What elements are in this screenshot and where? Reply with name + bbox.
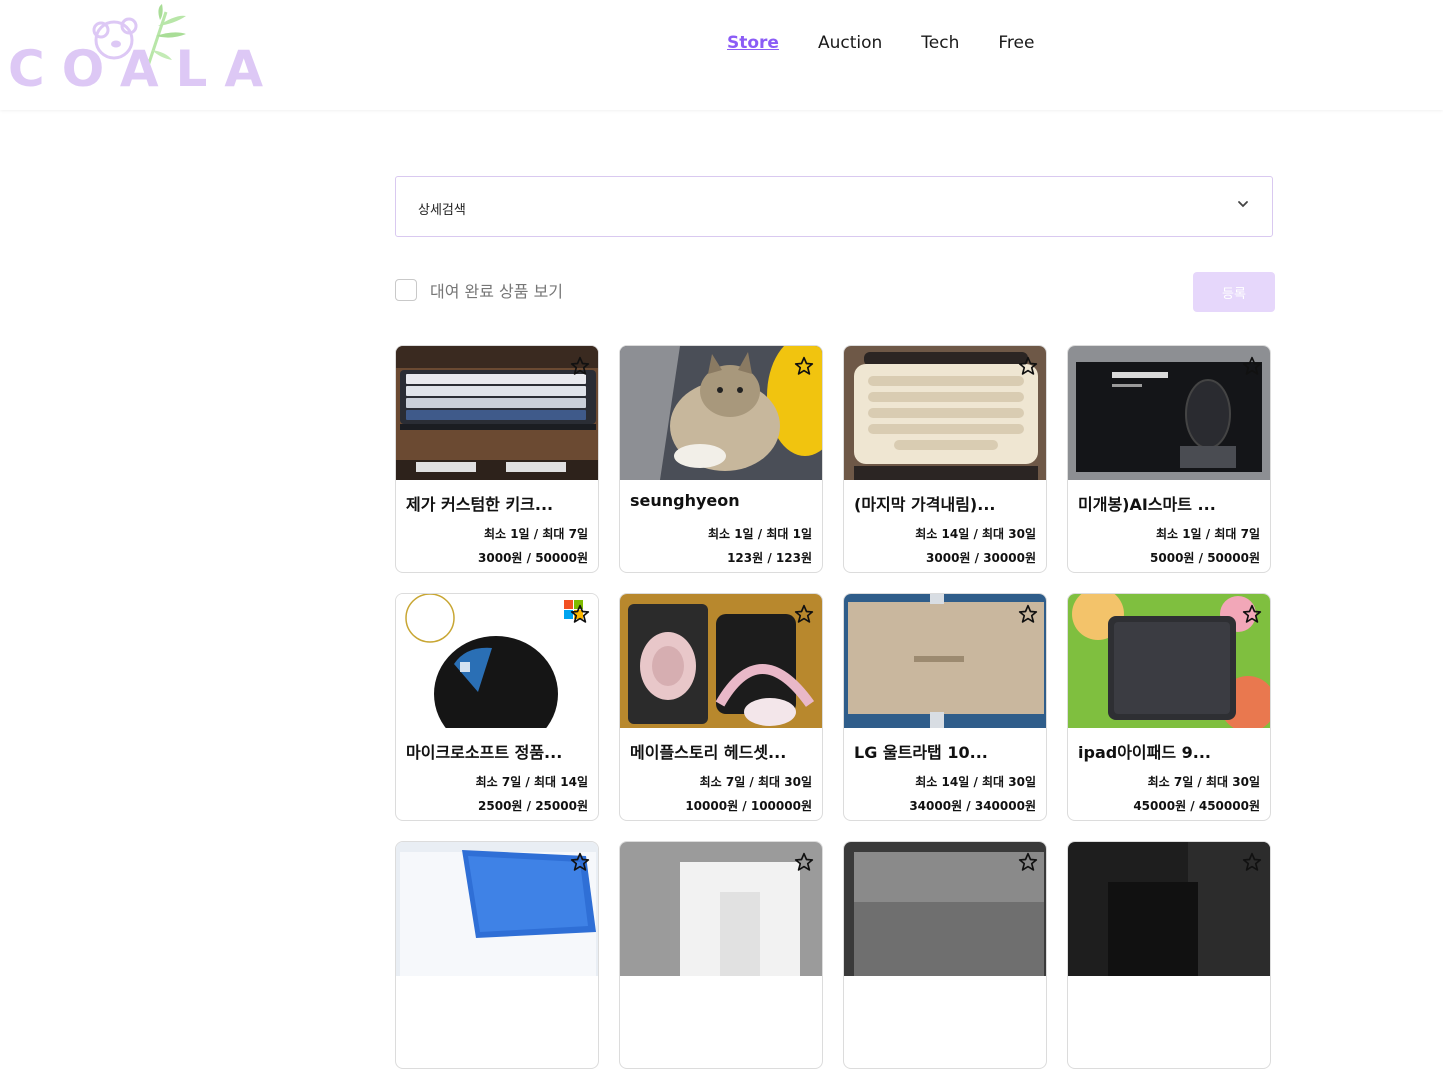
show-completed-label[interactable]: 대여 완료 상품 보기 <box>430 278 563 302</box>
favorite-star-icon[interactable] <box>794 852 814 872</box>
dark-item-photo <box>1068 842 1270 976</box>
iflytek-mouse-box-photo <box>1068 346 1270 480</box>
product-card[interactable]: ipad아이패드 9... 최소 7일 / 최대 30일 45000원 / 45… <box>1067 593 1271 821</box>
rental-price: 10000원 / 100000원 <box>685 799 812 813</box>
product-card[interactable]: 마이크로소프트 정품... 최소 7일 / 최대 14일 2500원 / 250… <box>395 593 599 821</box>
favorite-star-icon[interactable] <box>570 852 590 872</box>
rental-period: 최소 14일 / 최대 30일 <box>915 775 1036 789</box>
favorite-star-icon[interactable] <box>1242 604 1262 624</box>
detail-search-label: 상세검색 <box>418 203 466 218</box>
microsoft-mouse-photo <box>396 594 598 728</box>
rental-price: 45000원 / 450000원 <box>1133 799 1260 813</box>
product-title: 마이크로소프트 정품... <box>406 743 563 762</box>
product-card[interactable]: seunghyeon 최소 1일 / 최대 1일 123원 / 123원 <box>619 345 823 573</box>
rental-price: 2500원 / 25000원 <box>478 799 588 813</box>
rental-period: 최소 7일 / 최대 14일 <box>475 775 588 789</box>
rental-price: 34000원 / 340000원 <box>909 799 1036 813</box>
headset-photo <box>620 594 822 728</box>
product-title: 미개봉)AI스마트 ... <box>1078 495 1216 514</box>
favorite-star-icon[interactable] <box>570 356 590 376</box>
rental-period: 최소 7일 / 최대 30일 <box>1147 775 1260 789</box>
nav-store[interactable]: Store <box>727 33 779 53</box>
product-title: ipad아이패드 9... <box>1078 743 1212 762</box>
product-card[interactable] <box>843 841 1047 1069</box>
detail-search-dropdown[interactable]: 상세검색 <box>395 176 1273 237</box>
product-card[interactable]: 메이플스토리 헤드셋... 최소 7일 / 최대 30일 10000원 / 10… <box>619 593 823 821</box>
rental-period: 최소 1일 / 최대 7일 <box>1155 527 1260 541</box>
product-title: seunghyeon <box>630 491 740 510</box>
favorite-star-icon[interactable] <box>1242 356 1262 376</box>
rental-period: 최소 1일 / 최대 1일 <box>707 527 812 541</box>
favorite-star-icon[interactable] <box>1018 356 1038 376</box>
nav-free[interactable]: Free <box>998 33 1034 53</box>
nav-auction[interactable]: Auction <box>818 33 882 53</box>
product-card[interactable] <box>395 841 599 1069</box>
rental-period: 최소 1일 / 최대 7일 <box>483 527 588 541</box>
product-title: LG 울트라탭 10... <box>854 743 988 762</box>
tablet-case-photo <box>396 842 598 976</box>
main-nav: Store Auction Tech Free <box>727 33 1034 53</box>
register-button[interactable]: 등록 <box>1193 272 1275 312</box>
wrapped-item-photo <box>844 842 1046 976</box>
completed-filter: 대여 완료 상품 보기 <box>395 278 563 302</box>
rental-price: 3000원 / 30000원 <box>926 551 1036 565</box>
favorite-star-icon[interactable] <box>1242 852 1262 872</box>
product-card[interactable]: LG 울트라탭 10... 최소 14일 / 최대 30일 34000원 / 3… <box>843 593 1047 821</box>
product-card[interactable] <box>619 841 823 1069</box>
logo-text: COALA <box>8 40 281 98</box>
site-header: COALA Store Auction Tech Free <box>0 0 1443 110</box>
favorite-star-icon[interactable] <box>794 604 814 624</box>
rental-period: 최소 7일 / 최대 30일 <box>699 775 812 789</box>
show-completed-checkbox[interactable] <box>395 279 417 301</box>
cat-photo <box>620 346 822 480</box>
product-card[interactable]: (마지막 가격내림)... 최소 14일 / 최대 30일 3000원 / 30… <box>843 345 1047 573</box>
favorite-star-icon[interactable] <box>794 356 814 376</box>
product-card[interactable]: 제가 커스텀한 키크... 최소 1일 / 최대 7일 3000원 / 5000… <box>395 345 599 573</box>
product-title: (마지막 가격내림)... <box>854 495 996 514</box>
favorite-star-icon[interactable] <box>1018 604 1038 624</box>
favorite-star-icon[interactable] <box>570 604 590 624</box>
rental-price: 123원 / 123원 <box>727 551 812 565</box>
favorite-star-icon[interactable] <box>1018 852 1038 872</box>
retro-keyboard-photo <box>844 346 1046 480</box>
coala-logo[interactable]: COALA <box>6 2 263 98</box>
product-card[interactable]: 미개봉)AI스마트 ... 최소 1일 / 최대 7일 5000원 / 5000… <box>1067 345 1271 573</box>
product-title: 메이플스토리 헤드셋... <box>630 743 787 762</box>
rental-price: 3000원 / 50000원 <box>478 551 588 565</box>
boxed-device-photo <box>620 842 822 976</box>
lg-box-photo <box>844 594 1046 728</box>
rental-period: 최소 14일 / 최대 30일 <box>915 527 1036 541</box>
chevron-down-icon <box>1238 201 1248 208</box>
keyboard-photo <box>396 346 598 480</box>
ipad-photo <box>1068 594 1270 728</box>
product-card[interactable] <box>1067 841 1271 1069</box>
product-title: 제가 커스텀한 키크... <box>406 495 554 514</box>
rental-price: 5000원 / 50000원 <box>1150 551 1260 565</box>
nav-tech[interactable]: Tech <box>921 33 959 53</box>
